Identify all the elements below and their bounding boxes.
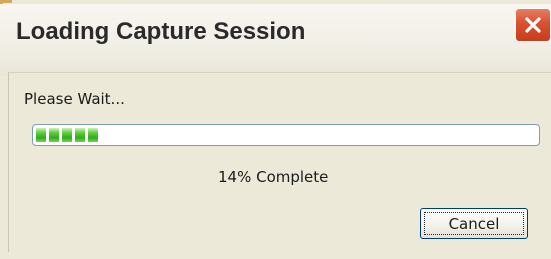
progress-chunk bbox=[75, 128, 85, 142]
progress-chunk bbox=[36, 128, 46, 142]
close-button[interactable] bbox=[515, 8, 551, 42]
dialog-title: Loading Capture Session bbox=[16, 18, 306, 45]
progress-chunk bbox=[49, 128, 59, 142]
content-left-border bbox=[8, 72, 9, 259]
progress-fill bbox=[36, 128, 106, 142]
title-bar[interactable]: Loading Capture Session bbox=[0, 4, 551, 76]
progress-chunk bbox=[88, 128, 98, 142]
progress-chunk bbox=[62, 128, 72, 142]
loading-dialog: Loading Capture Session Please Wait... 1… bbox=[0, 0, 551, 259]
progress-status: 14% Complete bbox=[218, 168, 329, 186]
wait-message: Please Wait... bbox=[24, 90, 125, 108]
cancel-button[interactable]: Cancel bbox=[420, 208, 528, 239]
close-icon bbox=[525, 17, 541, 33]
progress-bar bbox=[32, 124, 540, 146]
